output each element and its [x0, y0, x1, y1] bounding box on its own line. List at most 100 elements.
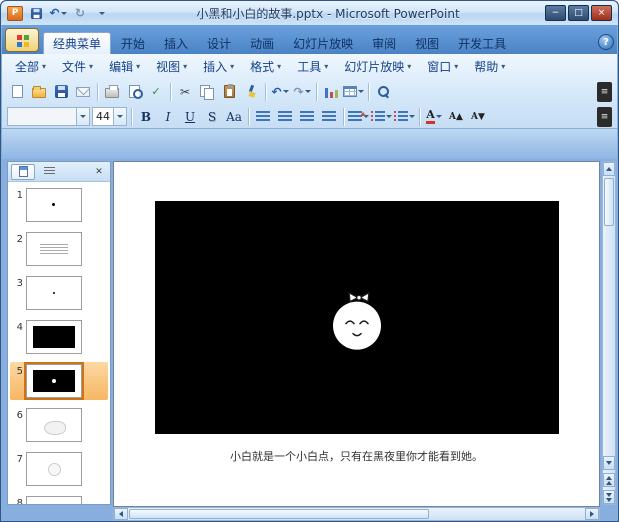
format-painter-button[interactable]	[241, 82, 261, 102]
align-center-button[interactable]	[275, 107, 295, 127]
font-name-combo[interactable]	[7, 107, 90, 126]
font-name-input[interactable]	[8, 108, 76, 125]
redo-button[interactable]: ↷	[292, 82, 312, 102]
font-color-button[interactable]: A	[424, 107, 444, 127]
horizontal-scrollbar[interactable]	[113, 507, 600, 521]
tab-review[interactable]: 审阅	[363, 32, 405, 54]
menu-format[interactable]: 格式 ▾	[243, 55, 288, 78]
slide-canvas[interactable]: 小白就是一个小白点，只有在黑夜里你才能看到她。	[113, 161, 600, 507]
cut-button[interactable]: ✂	[175, 82, 195, 102]
scroll-down-button[interactable]	[603, 456, 615, 470]
horizontal-scroll-thumb[interactable]	[129, 509, 429, 519]
slide-thumbnail-row-1[interactable]: 1	[10, 186, 108, 224]
next-slide-button[interactable]	[603, 490, 615, 504]
scroll-up-button[interactable]	[603, 162, 615, 176]
email-button[interactable]	[73, 82, 93, 102]
text-shadow-button[interactable]: S	[202, 107, 222, 127]
tab-home[interactable]: 开始	[112, 32, 154, 54]
slide-thumbnail[interactable]	[26, 408, 82, 442]
qat-undo-button[interactable]: ↶	[49, 5, 67, 22]
menu-all[interactable]: 全部 ▾	[8, 55, 53, 78]
slide-thumbnail[interactable]	[26, 496, 82, 504]
save-button[interactable]	[51, 82, 71, 102]
copy-button[interactable]	[197, 82, 217, 102]
qat-customize-button[interactable]	[93, 5, 111, 22]
menu-edit[interactable]: 编辑 ▾	[102, 55, 147, 78]
combo-arrow[interactable]	[113, 108, 126, 125]
close-button[interactable]: ×	[591, 5, 612, 21]
slide-thumbnail[interactable]	[26, 276, 82, 310]
font-size-combo[interactable]: 44	[92, 107, 127, 126]
spelling-button[interactable]: ✓	[146, 82, 166, 102]
scroll-left-button[interactable]	[114, 508, 128, 520]
new-document-button[interactable]	[7, 82, 27, 102]
menu-tools[interactable]: 工具 ▾	[290, 55, 335, 78]
tab-design[interactable]: 设计	[198, 32, 240, 54]
insert-table-button[interactable]	[343, 82, 364, 102]
align-left-button[interactable]	[253, 107, 273, 127]
slide-thumbnail-row-7[interactable]: 7	[10, 450, 108, 488]
office-button[interactable]	[5, 28, 39, 52]
numbering-button[interactable]	[371, 107, 392, 127]
slide-thumbnail-row-8[interactable]: 8	[10, 494, 108, 504]
slide-thumbnail[interactable]	[26, 232, 82, 266]
menu-slideshow[interactable]: 幻灯片放映 ▾	[337, 55, 418, 78]
slide-thumbnail-row-4[interactable]: 4	[10, 318, 108, 356]
previous-slide-button[interactable]	[603, 473, 615, 487]
slide-thumbnail-row-6[interactable]: 6	[10, 406, 108, 444]
tab-developer[interactable]: 开发工具	[449, 32, 515, 54]
scroll-right-button[interactable]	[585, 508, 599, 520]
outline-tab[interactable]	[37, 164, 61, 180]
slide-thumbnail-row-5-selected[interactable]: 5	[10, 362, 108, 400]
slides-tab[interactable]	[11, 163, 35, 180]
bullets-button[interactable]	[394, 107, 415, 127]
toolbar-options-button[interactable]: ≡	[597, 106, 612, 127]
slide-black-image[interactable]	[155, 201, 559, 434]
tab-slideshow[interactable]: 幻灯片放映	[284, 32, 362, 54]
close-thumbnail-pane-button[interactable]: ✕	[91, 165, 107, 179]
minimize-button[interactable]: −	[545, 5, 566, 21]
print-button[interactable]	[102, 82, 122, 102]
tab-animations[interactable]: 动画	[241, 32, 283, 54]
white-character-image[interactable]	[327, 287, 387, 353]
line-spacing-button[interactable]	[348, 107, 369, 127]
tab-classic-menu[interactable]: 经典菜单	[43, 32, 112, 54]
tab-insert[interactable]: 插入	[155, 32, 197, 54]
tab-view[interactable]: 视图	[406, 32, 448, 54]
toolbar-options-button[interactable]: ≡	[597, 81, 612, 102]
insert-chart-button[interactable]	[321, 82, 341, 102]
slide-caption-text[interactable]: 小白就是一个小白点，只有在黑夜里你才能看到她。	[114, 448, 599, 464]
menu-view[interactable]: 视图 ▾	[149, 55, 194, 78]
menu-help[interactable]: 帮助 ▾	[467, 55, 512, 78]
slide-thumbnail[interactable]	[26, 320, 82, 354]
increase-font-button[interactable]: A▲	[446, 107, 466, 127]
slide-thumbnail-row-3[interactable]: 3	[10, 274, 108, 312]
italic-button[interactable]: I	[158, 107, 178, 127]
open-button[interactable]	[29, 82, 49, 102]
menu-file[interactable]: 文件 ▾	[55, 55, 100, 78]
bold-button[interactable]: B	[136, 107, 156, 127]
change-case-button[interactable]: Aa	[224, 107, 244, 127]
zoom-button[interactable]	[373, 82, 393, 102]
powerpoint-app-icon[interactable]: P	[7, 5, 23, 21]
maximize-button[interactable]: □	[568, 5, 589, 21]
decrease-font-button[interactable]: A▼	[468, 107, 488, 127]
qat-redo-button[interactable]: ↻	[71, 5, 89, 22]
qat-save-button[interactable]	[27, 5, 45, 22]
combo-arrow[interactable]	[76, 108, 89, 125]
slide-thumbnail[interactable]	[26, 188, 82, 222]
undo-button[interactable]: ↶	[270, 82, 290, 102]
slide-thumbnail[interactable]	[26, 452, 82, 486]
help-button[interactable]: ?	[598, 34, 614, 50]
slide-thumbnail-row-2[interactable]: 2	[10, 230, 108, 268]
underline-button[interactable]: U	[180, 107, 200, 127]
slide-thumbnail[interactable]	[24, 362, 84, 400]
align-right-button[interactable]	[297, 107, 317, 127]
paste-button[interactable]	[219, 82, 239, 102]
vertical-scrollbar[interactable]	[602, 161, 616, 505]
justify-button[interactable]	[319, 107, 339, 127]
menu-insert[interactable]: 插入 ▾	[196, 55, 241, 78]
print-preview-button[interactable]	[124, 82, 144, 102]
menu-window[interactable]: 窗口 ▾	[420, 55, 465, 78]
vertical-scroll-thumb[interactable]	[604, 178, 614, 226]
